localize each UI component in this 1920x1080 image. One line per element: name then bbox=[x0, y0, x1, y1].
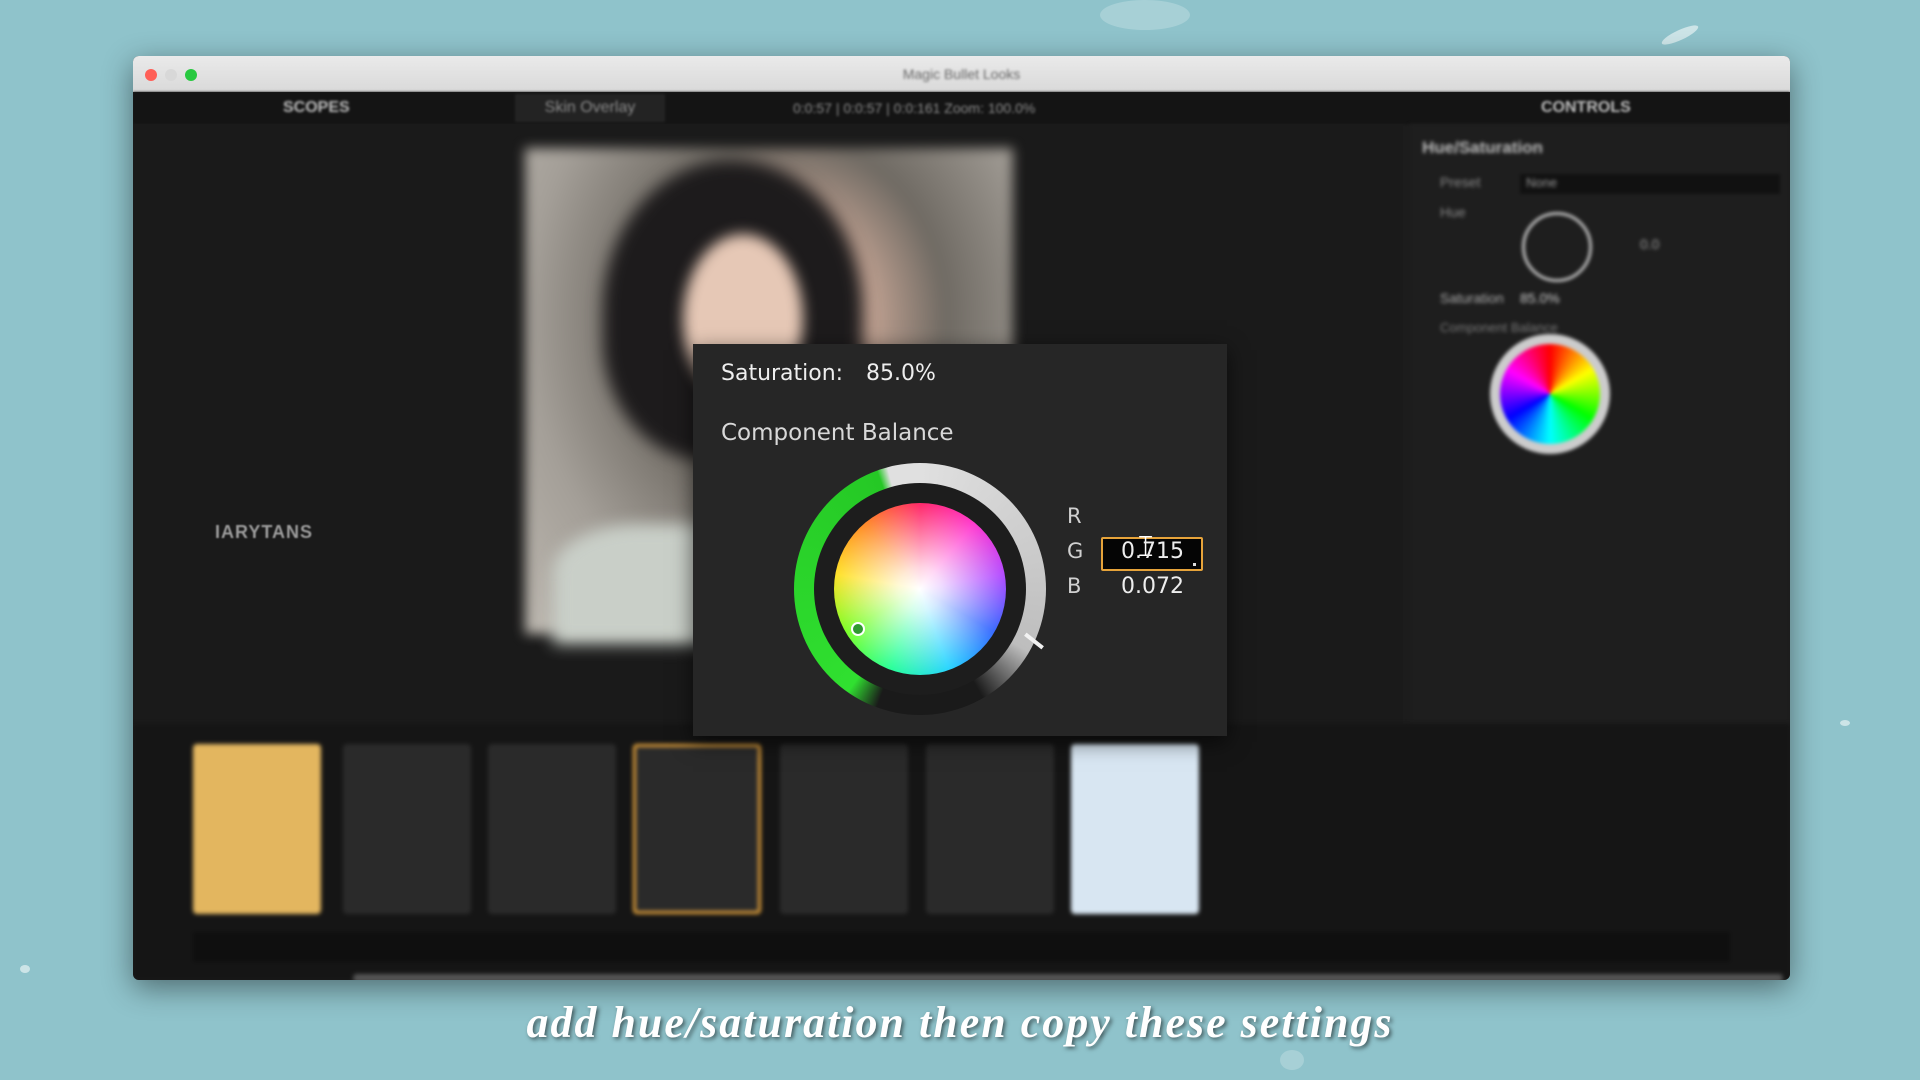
looks-browser bbox=[133, 724, 1790, 980]
horizontal-scrollbar[interactable] bbox=[353, 974, 1783, 980]
look-thumbnail[interactable] bbox=[1071, 744, 1199, 914]
snow-flake bbox=[1659, 22, 1701, 48]
look-thumbnail[interactable] bbox=[193, 744, 321, 914]
snow-flake bbox=[1840, 720, 1850, 726]
look-thumbnail[interactable] bbox=[780, 744, 908, 914]
component-balance-title: Component Balance bbox=[721, 420, 954, 446]
snow-flake bbox=[1100, 0, 1190, 30]
hue-label: Hue bbox=[1440, 204, 1466, 220]
saturation-popup-label: Saturation: bbox=[721, 361, 844, 386]
close-button[interactable] bbox=[145, 69, 157, 81]
look-thumbnail-selected[interactable] bbox=[633, 744, 761, 914]
skin-overlay-button[interactable]: Skin Overlay bbox=[515, 94, 665, 122]
saturation-value[interactable]: 85.0% bbox=[1520, 290, 1560, 306]
minimize-button[interactable] bbox=[165, 69, 177, 81]
component-balance-color-wheel[interactable] bbox=[794, 463, 1046, 715]
hue-wheel[interactable] bbox=[834, 503, 1006, 675]
controls-panel: Hue/Saturation Preset None Hue 0.0 Satur… bbox=[1410, 124, 1790, 724]
controls-header: Hue/Saturation bbox=[1422, 138, 1543, 157]
saturation-label: Saturation bbox=[1440, 290, 1504, 306]
timecode-readout: 0:0:57 | 0:0:57 | 0:0:161 Zoom: 100.0% bbox=[793, 100, 1036, 116]
hue-value[interactable]: 0.0 bbox=[1640, 236, 1659, 252]
tool-category-bar bbox=[193, 932, 1730, 962]
r-label: R bbox=[1067, 504, 1082, 528]
preset-value: None bbox=[1526, 175, 1558, 190]
snow-flake bbox=[1280, 1050, 1304, 1070]
g-value[interactable]: 0.715 bbox=[1121, 539, 1184, 564]
b-value[interactable]: 0.072 bbox=[1121, 574, 1184, 599]
g-label: G bbox=[1067, 539, 1084, 563]
controls-tab[interactable]: CONTROLS bbox=[1541, 99, 1631, 117]
window-controls bbox=[145, 69, 197, 81]
hue-saturation-popup: Saturation: 85.0% Component Balance R 𝙸 … bbox=[693, 344, 1227, 736]
zoom-button[interactable] bbox=[185, 69, 197, 81]
b-label: B bbox=[1067, 574, 1082, 598]
scopes-tab[interactable]: SCOPES bbox=[283, 99, 350, 117]
look-thumbnail[interactable] bbox=[343, 744, 471, 914]
watermark-text: IARYTANS bbox=[215, 522, 313, 542]
hue-knob[interactable] bbox=[1522, 212, 1592, 282]
preset-dropdown[interactable]: None bbox=[1520, 174, 1780, 194]
look-thumbnail[interactable] bbox=[926, 744, 1054, 914]
snow-flake bbox=[20, 965, 30, 973]
component-balance-label: Component Balance bbox=[1440, 320, 1558, 335]
balance-handle[interactable] bbox=[851, 622, 865, 636]
component-balance-wheel[interactable] bbox=[1490, 334, 1610, 454]
video-caption: add hue/saturation then copy these setti… bbox=[526, 998, 1394, 1047]
top-toolbar: SCOPES Skin Overlay 0:0:57 | 0:0:57 | 0:… bbox=[133, 92, 1790, 124]
decimal-dot bbox=[1193, 563, 1196, 566]
window-title: Magic Bullet Looks bbox=[902, 66, 1021, 82]
look-thumbnail[interactable] bbox=[488, 744, 616, 914]
title-bar: Magic Bullet Looks bbox=[133, 56, 1790, 92]
saturation-popup-value[interactable]: 85.0% bbox=[866, 361, 936, 386]
preset-label: Preset bbox=[1440, 174, 1481, 190]
